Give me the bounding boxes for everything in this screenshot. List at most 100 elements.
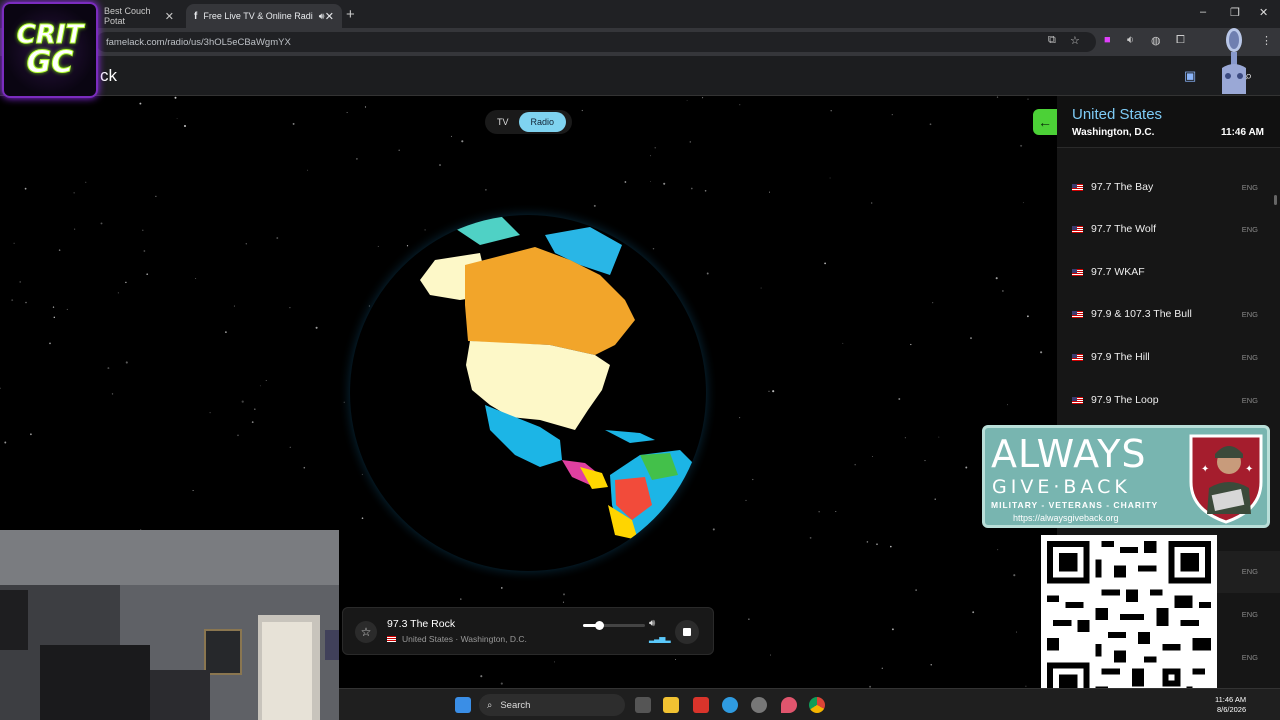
star [176,117,178,119]
station-item[interactable]: 97.7 The Bay ENG [1057,167,1280,209]
station-item[interactable]: 97.7 The Wolf ENG [1057,209,1280,251]
star [830,109,832,112]
star [769,191,770,193]
tv-guide-icon[interactable]: ▣ [1184,68,1196,84]
sponsor-url: https://alwaysgiveback.org [1013,513,1119,523]
star [58,249,61,251]
star [143,250,146,252]
star [881,667,883,669]
station-name: 97.7 The Bay [1091,181,1154,193]
language-badge: ENG [1241,225,1258,234]
star [1027,98,1029,100]
search-label: Search [500,699,531,711]
puzzle-icon[interactable]: ⧠ [1176,34,1185,47]
tab-best-couch[interactable]: Best Couch Potat ✕ [96,4,182,28]
station-item[interactable]: 97.9 The Loop ENG [1057,380,1280,422]
star [650,155,652,157]
tab-famelack[interactable]: f Free Live TV & Online Radi 🔊︎ ✕ [186,4,342,28]
menu-icon[interactable]: ⋮ [1261,34,1272,47]
maximize-icon[interactable]: ❐ [1230,6,1240,19]
tab-label: Free Live TV & Online Radi [203,11,313,21]
star [675,659,677,660]
taskbar-clock[interactable]: 11:46 AM 8/6/2026 [1215,695,1246,715]
star [891,628,894,631]
star [30,433,32,436]
star [770,654,771,656]
speaker-icon[interactable]: 🔉︎ [1127,34,1134,47]
steam-icon[interactable] [751,697,767,713]
site-logo[interactable]: ck [100,66,117,86]
sync-icon[interactable]: ◍ [1151,34,1161,47]
now-playing-location: United States · Washington, D.C. [402,634,527,644]
favorite-star-button[interactable]: ☆ [355,621,377,643]
svg-text:✦: ✦ [1245,464,1253,475]
task-view-icon[interactable] [635,697,651,713]
screen: { "browser": { "tabs": [ {"label": "Best… [0,0,1280,720]
star [183,124,187,128]
edge-icon[interactable] [722,697,738,713]
us-flag-icon [1072,269,1083,276]
install-icon[interactable]: ⧉ [1048,34,1056,47]
star [1015,631,1018,633]
star [898,398,901,400]
tab-label: Best Couch Potat [104,6,151,26]
star [965,466,968,469]
file-explorer-icon[interactable] [663,697,679,713]
minimize-icon[interactable]: – [1200,6,1206,18]
star [192,489,194,492]
qr-code [1041,535,1217,711]
chrome-icon[interactable] [809,697,825,713]
star [439,164,441,166]
star [66,308,68,310]
star [1040,351,1043,354]
start-icon[interactable] [455,697,471,713]
close-icon[interactable]: ✕ [325,10,334,23]
new-tab-button[interactable]: + [346,6,355,23]
station-item[interactable]: 97.9 The Hill ENG [1057,337,1280,379]
extension-icon[interactable]: ■ [1104,34,1111,46]
station-item[interactable]: 97.7 WKAF [1057,252,1280,294]
star [460,598,462,600]
address-bar[interactable]: famelack.com/radio/us/3hOL5eCBaWgmYX [96,32,1096,52]
star [910,343,912,346]
volume-knob[interactable] [594,621,604,630]
language-badge: ENG [1241,567,1258,576]
close-icon[interactable]: ✕ [165,10,174,23]
star [745,499,747,501]
speaker-icon[interactable]: 🔊︎ [319,11,325,22]
language-badge: ENG [1241,353,1258,362]
now-playing-bar: ☆ 97.3 The Rock United States · Washingt… [342,607,714,655]
star [972,611,975,614]
star [871,456,873,457]
panel-scrollbar[interactable] [1274,195,1277,205]
radio-tab[interactable]: Radio [518,112,567,132]
star [1007,404,1008,406]
sponsor-subtitle: GIVE·BACK [992,476,1131,498]
clock-date: 8/6/2026 [1216,705,1247,714]
volume-icon[interactable]: 🔊︎ [649,618,655,629]
bookmark-star-icon[interactable]: ☆ [1070,34,1080,47]
close-window-icon[interactable]: ✕ [1259,6,1268,19]
back-arrow-button[interactable]: ← [1033,109,1057,135]
star [1022,202,1024,204]
star [563,593,565,596]
maps-icon[interactable] [781,697,797,713]
taskbar-search[interactable]: ⌕ Search [479,694,625,716]
star [52,306,55,308]
star [739,417,741,419]
globe[interactable] [340,205,720,585]
microphone-icon [1222,28,1246,94]
star [209,411,211,414]
star [768,390,770,392]
star [835,511,837,512]
app-icon[interactable] [693,697,709,713]
volume-slider[interactable] [583,621,645,630]
station-item[interactable]: 97.9 & 107.3 The Bull ENG [1057,294,1280,336]
stop-button[interactable] [675,620,699,644]
tv-tab[interactable]: TV [487,112,519,132]
star [24,187,27,190]
favicon-icon: f [194,10,198,22]
us-flag-icon [1072,184,1083,191]
us-flag-icon [1072,226,1083,233]
star [125,281,127,284]
